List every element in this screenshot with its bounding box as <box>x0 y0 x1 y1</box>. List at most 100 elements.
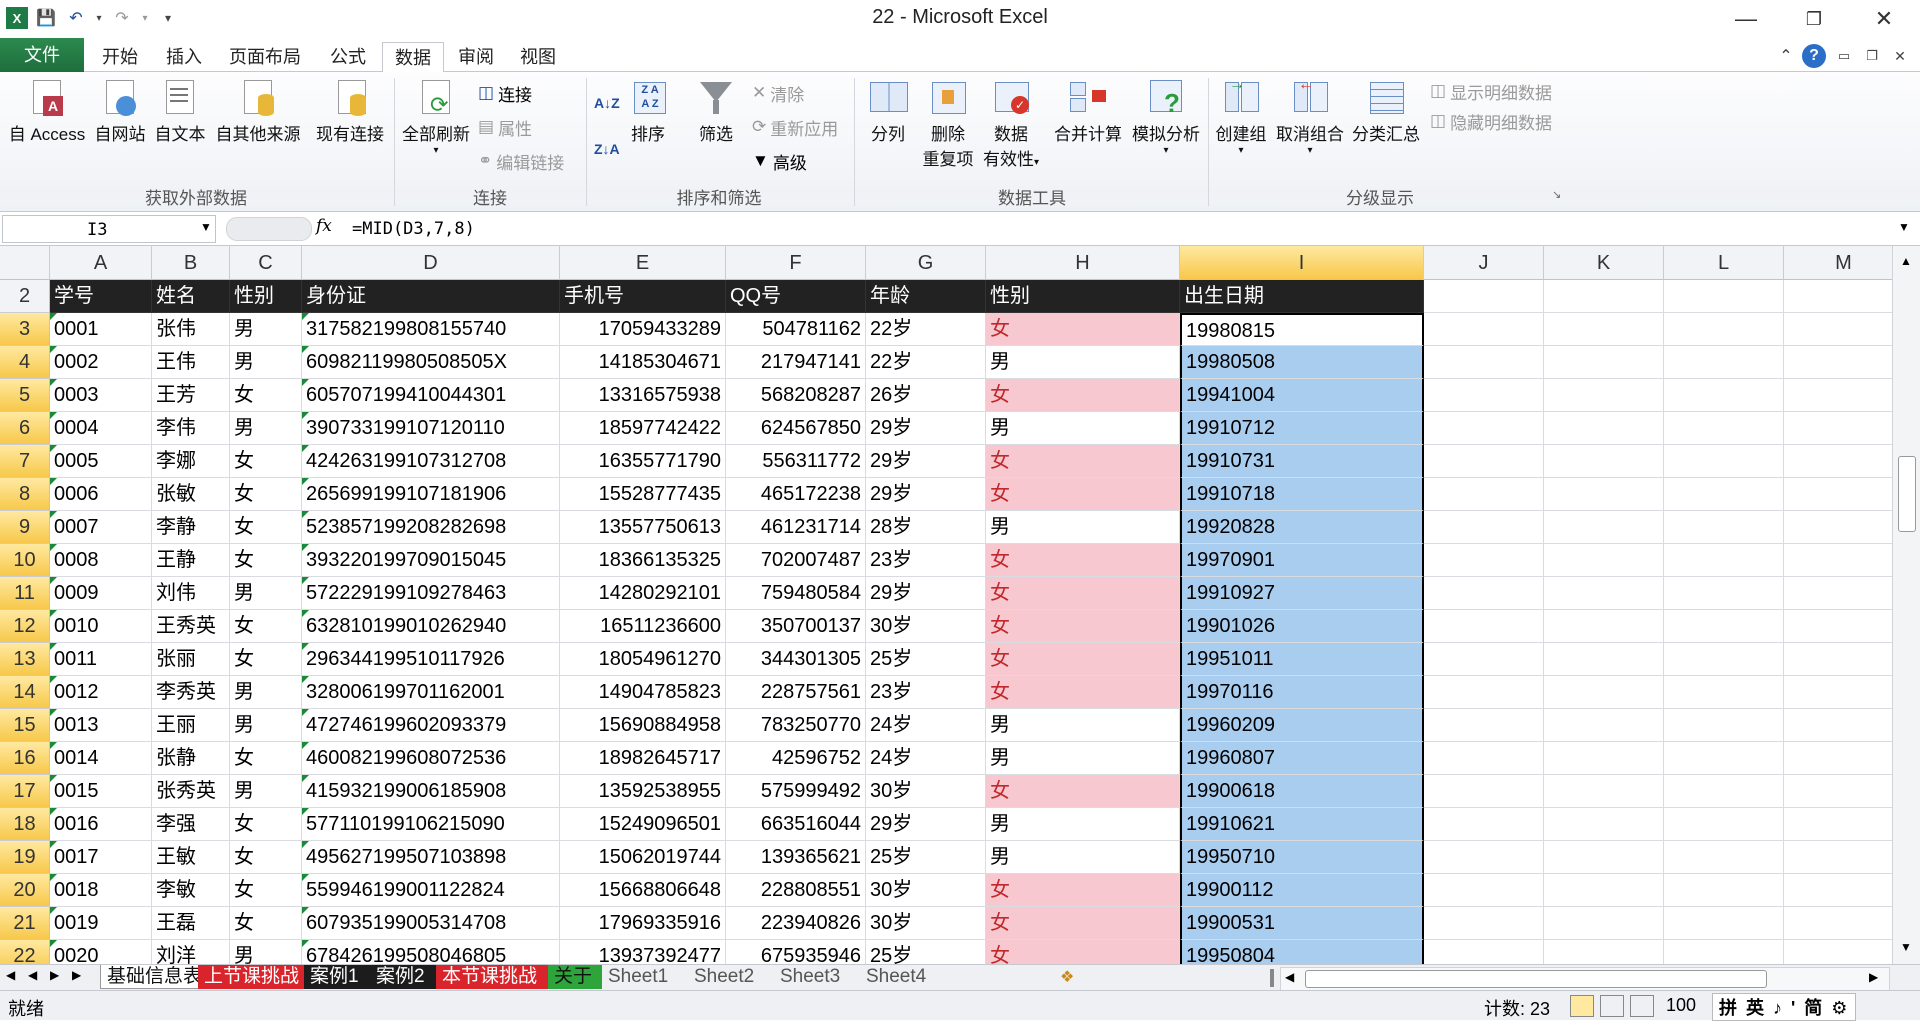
hide-detail-button[interactable]: ◫ 隐藏明细数据 <box>1430 108 1552 134</box>
customize-qat-icon[interactable]: ▾ <box>156 6 180 30</box>
save-icon[interactable]: 💾 <box>34 6 58 30</box>
page-break-view-icon[interactable] <box>1630 995 1654 1017</box>
cell[interactable] <box>1784 280 1892 313</box>
cell[interactable] <box>1424 478 1544 511</box>
table-cell[interactable]: 0017 <box>50 841 152 874</box>
table-cell[interactable]: 265699199107181906 <box>302 478 560 511</box>
table-cell[interactable]: 390733199107120110 <box>302 412 560 445</box>
remove-duplicates-button[interactable]: 删除 重复项 <box>918 76 978 170</box>
table-cell[interactable]: 29岁 <box>866 577 986 610</box>
table-cell[interactable]: 393220199709015045 <box>302 544 560 577</box>
from-other-sources-button[interactable]: 自其他来源 <box>210 76 306 145</box>
what-if-analysis-button[interactable]: ? 模拟分析 ▾ <box>1128 76 1204 156</box>
table-cell[interactable]: 424263199107312708 <box>302 445 560 478</box>
cell[interactable] <box>1664 676 1784 709</box>
table-cell[interactable]: 0003 <box>50 379 152 412</box>
cell[interactable] <box>1424 346 1544 379</box>
table-cell[interactable]: 男 <box>986 841 1180 874</box>
table-cell[interactable]: 男 <box>986 346 1180 379</box>
table-cell[interactable]: 678426199508046805 <box>302 940 560 964</box>
table-cell[interactable]: 0013 <box>50 709 152 742</box>
normal-view-icon[interactable] <box>1570 995 1594 1017</box>
formula-bar-splitter[interactable] <box>226 217 312 241</box>
cell[interactable] <box>1784 313 1892 346</box>
table-cell[interactable]: 29岁 <box>866 808 986 841</box>
row-header[interactable]: 20 <box>0 874 50 907</box>
cell[interactable] <box>1664 445 1784 478</box>
cell[interactable] <box>1424 742 1544 775</box>
table-cell[interactable]: 张丽 <box>152 643 230 676</box>
cell[interactable] <box>1664 742 1784 775</box>
tab-split-handle[interactable] <box>1270 969 1274 987</box>
table-cell[interactable]: 328006199701162001 <box>302 676 560 709</box>
cell[interactable] <box>1664 907 1784 940</box>
table-cell[interactable]: 16355771790 <box>560 445 726 478</box>
table-cell[interactable]: 495627199507103898 <box>302 841 560 874</box>
table-cell[interactable]: 女 <box>986 907 1180 940</box>
table-cell[interactable]: 男 <box>986 742 1180 775</box>
cell[interactable] <box>1424 577 1544 610</box>
table-cell[interactable]: 王芳 <box>152 379 230 412</box>
reapply-button[interactable]: ⟳ 重新应用 <box>752 114 838 140</box>
close-workbook-icon[interactable]: ✕ <box>1888 44 1912 68</box>
table-cell[interactable]: 783250770 <box>726 709 866 742</box>
minimize-workbook-icon[interactable]: ▭ <box>1832 44 1856 68</box>
sheet-tab[interactable]: Sheet3 <box>774 965 864 989</box>
table-cell[interactable]: 17969335916 <box>560 907 726 940</box>
cell[interactable] <box>1544 841 1664 874</box>
table-cell[interactable]: 15668806648 <box>560 874 726 907</box>
subtotal-button[interactable]: 分类汇总 <box>1348 76 1424 145</box>
cell[interactable] <box>1544 346 1664 379</box>
column-header[interactable]: E <box>560 246 726 280</box>
cell[interactable] <box>1784 610 1892 643</box>
table-cell[interactable]: 女 <box>230 742 302 775</box>
table-header-cell[interactable]: 学号 <box>50 280 152 313</box>
cell[interactable] <box>1664 841 1784 874</box>
table-cell[interactable]: 223940826 <box>726 907 866 940</box>
row-header[interactable]: 5 <box>0 379 50 412</box>
cell[interactable] <box>1664 280 1784 313</box>
table-cell[interactable]: 男 <box>986 511 1180 544</box>
row-header[interactable]: 10 <box>0 544 50 577</box>
table-cell[interactable]: 30岁 <box>866 874 986 907</box>
table-cell[interactable]: 女 <box>986 577 1180 610</box>
table-cell[interactable]: 19901026 <box>1180 610 1424 643</box>
cell[interactable] <box>1544 313 1664 346</box>
existing-connections-button[interactable]: 现有连接 <box>312 76 388 145</box>
tab-home[interactable]: 开始 <box>96 42 144 72</box>
cell[interactable] <box>1784 478 1892 511</box>
table-header-cell[interactable]: QQ号 <box>726 280 866 313</box>
table-cell[interactable]: 472746199602093379 <box>302 709 560 742</box>
advanced-filter-button[interactable]: ▼ 高级 <box>752 148 807 174</box>
table-cell[interactable]: 刘伟 <box>152 577 230 610</box>
row-header[interactable]: 12 <box>0 610 50 643</box>
column-header[interactable]: H <box>986 246 1180 280</box>
table-cell[interactable]: 女 <box>986 643 1180 676</box>
table-cell[interactable]: 女 <box>986 676 1180 709</box>
table-cell[interactable]: 19950804 <box>1180 940 1424 964</box>
table-cell[interactable]: 461231714 <box>726 511 866 544</box>
scroll-right-icon[interactable]: ▶ <box>1869 970 1878 984</box>
scroll-left-icon[interactable]: ◀ <box>1285 970 1294 984</box>
table-cell[interactable]: 0010 <box>50 610 152 643</box>
cell[interactable] <box>1664 643 1784 676</box>
cell[interactable] <box>1784 511 1892 544</box>
column-header[interactable]: A <box>50 246 152 280</box>
table-cell[interactable]: 女 <box>986 874 1180 907</box>
table-cell[interactable]: 42596752 <box>726 742 866 775</box>
collapse-ribbon-icon[interactable]: ⌃ <box>1774 44 1798 68</box>
cell[interactable] <box>1424 940 1544 964</box>
table-cell[interactable]: 女 <box>230 511 302 544</box>
row-header[interactable]: 11 <box>0 577 50 610</box>
table-cell[interactable]: 217947141 <box>726 346 866 379</box>
table-cell[interactable]: 30岁 <box>866 610 986 643</box>
cell[interactable] <box>1784 874 1892 907</box>
table-cell[interactable]: 男 <box>986 808 1180 841</box>
table-cell[interactable]: 男 <box>230 775 302 808</box>
row-header[interactable]: 9 <box>0 511 50 544</box>
column-header[interactable]: B <box>152 246 230 280</box>
ungroup-button[interactable]: ← 取消组合 ▾ <box>1272 76 1348 156</box>
formula-input[interactable]: =MID(D3,7,8) <box>352 215 475 243</box>
table-cell[interactable]: 0016 <box>50 808 152 841</box>
row-header[interactable]: 22 <box>0 940 50 964</box>
